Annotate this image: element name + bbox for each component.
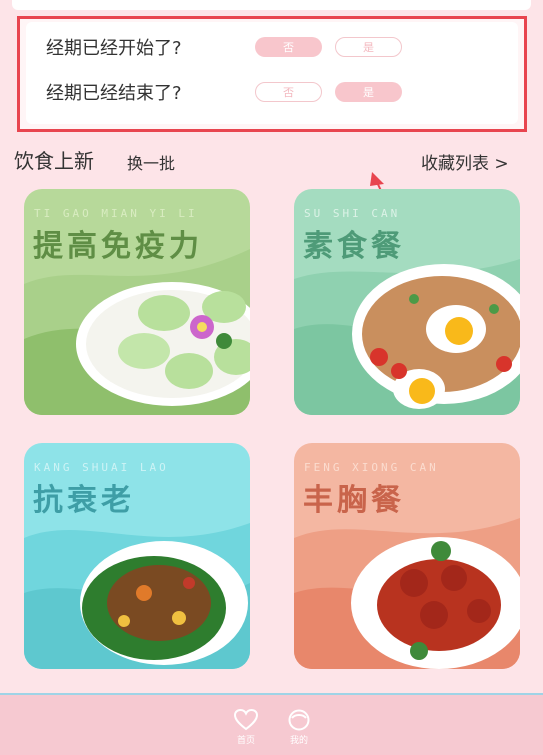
face-icon: [288, 709, 310, 731]
tile-anti-aging-title: 抗衰老: [33, 483, 135, 518]
tile-immunity-title: 提高免疫力: [33, 229, 203, 264]
period-question-card: 经期已经开始了? 否 是 经期已经结束了? 否 是: [17, 16, 527, 132]
tab-home[interactable]: 首页: [226, 709, 266, 746]
option-start-no[interactable]: 否: [255, 37, 322, 57]
option-start-yes[interactable]: 是: [335, 37, 402, 57]
question-row-start: 经期已经开始了? 否 是: [26, 27, 518, 67]
tile-immunity-pinyin: TI GAO MIAN YI LI: [34, 207, 198, 220]
question-period-started: 经期已经开始了?: [46, 38, 182, 59]
question-period-ended: 经期已经结束了?: [46, 83, 182, 104]
tile-bust[interactable]: FENG XIONG CAN 丰胸餐: [294, 443, 520, 669]
tile-anti-aging-pinyin: KANG SHUAI LAO: [34, 461, 169, 474]
question-row-end: 经期已经结束了? 否 是: [26, 72, 518, 112]
option-end-yes[interactable]: 是: [335, 82, 402, 102]
option-end-no[interactable]: 否: [255, 82, 322, 102]
tile-vegetarian-title: 素食餐: [303, 229, 405, 264]
top-bar: [0, 0, 543, 12]
tab-mine-label: 我的: [289, 736, 308, 746]
tile-anti-aging[interactable]: KANG SHUAI LAO 抗衰老: [24, 443, 250, 669]
tab-home-label: 首页: [236, 736, 255, 746]
tile-immunity[interactable]: TI GAO MIAN YI LI 提高免疫力: [24, 189, 250, 415]
heart-icon: [234, 709, 258, 731]
top-card-edge: [12, 0, 531, 10]
tile-bust-pinyin: FENG XIONG CAN: [304, 461, 439, 474]
tile-vegetarian[interactable]: SU SHI CAN 素食餐: [294, 189, 520, 415]
period-question-panel: 经期已经开始了? 否 是 经期已经结束了? 否 是: [26, 22, 518, 124]
bottom-tab-bar: 首页 我的: [0, 693, 543, 755]
diet-section-title: 饮食上新: [14, 149, 94, 173]
tab-mine[interactable]: 我的: [279, 709, 319, 746]
refresh-batch-link[interactable]: 换一批: [127, 150, 175, 174]
tile-bust-title: 丰胸餐: [303, 483, 405, 518]
tile-vegetarian-pinyin: SU SHI CAN: [304, 207, 401, 220]
